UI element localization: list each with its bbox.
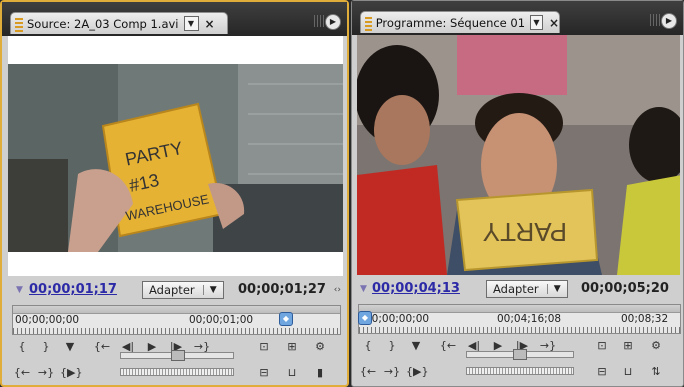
go-to-previous-marker-icon[interactable]: {← xyxy=(12,364,32,382)
grip-icon[interactable] xyxy=(15,15,23,32)
safe-margins-icon[interactable]: ⊞ xyxy=(282,338,302,356)
source-tab-bar: Source: 2A_03 Comp 1.avi ▼ × ▶ xyxy=(2,2,347,36)
program-tab-title: Programme: Séquence 01 xyxy=(375,15,526,30)
source-frame-art: PARTY #13 WAREHOUSE xyxy=(8,64,343,252)
source-ruler-label-mid: 00;00;01;00 xyxy=(189,314,254,326)
extract-icon[interactable]: ⊔ xyxy=(618,363,638,381)
expand-icon[interactable]: ‹› xyxy=(334,285,341,295)
close-icon[interactable]: × xyxy=(549,16,559,30)
source-fit-label: Adapter xyxy=(149,283,195,297)
lift-icon[interactable]: ⊟ xyxy=(592,363,612,381)
panel-menu-icon[interactable]: ▶ xyxy=(661,13,677,29)
set-marker-icon[interactable]: ▼ xyxy=(60,338,80,356)
triangle-down-icon: ▼ xyxy=(360,284,367,294)
panel-menu-icon[interactable]: ▶ xyxy=(325,14,341,30)
program-transport-controls: { } ▼ {← ◀| ▶ |▶ →} ⊡ ⊞ ⚙ {← →} {▶} ⊟ ⊔ … xyxy=(356,337,679,385)
insert-icon[interactable]: ⊡ xyxy=(592,337,612,355)
trim-icon[interactable]: ⇅ xyxy=(646,363,666,381)
source-info-bar: ▼ 00;00;01;17 Adapter ▼ 00;00;01;27 ‹› xyxy=(2,278,347,304)
grip-icon[interactable] xyxy=(365,14,372,31)
program-time-ruler[interactable]: 00;00;00;00 00;04;16;08 00;08;32 ◆ xyxy=(358,304,681,334)
program-ruler-ticks xyxy=(359,327,680,333)
lift-icon[interactable]: ⊔ xyxy=(282,364,302,382)
go-to-in-icon[interactable]: {← xyxy=(92,338,112,356)
grip-icon[interactable] xyxy=(314,15,324,27)
output-icon[interactable]: ⚙ xyxy=(646,337,666,355)
program-current-timecode[interactable]: 00;00;04;13 xyxy=(372,281,460,296)
program-duration-timecode: 00;00;05;20 xyxy=(581,281,669,296)
dropdown-icon: ▼ xyxy=(546,284,567,294)
program-ruler-label-end: 00;08;32 xyxy=(621,313,669,325)
source-frame-image: PARTY #13 WAREHOUSE xyxy=(8,64,343,252)
mark-out-icon[interactable]: } xyxy=(36,338,56,356)
source-duration-timecode: 00;00;01;27 xyxy=(238,282,326,297)
shuttle-slider[interactable] xyxy=(120,350,234,361)
source-current-timecode[interactable]: 00;00;01;17 xyxy=(29,282,117,297)
go-to-next-marker-icon[interactable]: →} xyxy=(36,364,56,382)
output-icon[interactable]: ⚙ xyxy=(310,338,330,356)
source-video-frame: PARTY #13 WAREHOUSE xyxy=(8,36,343,276)
program-ruler-label-mid: 00;04;16;08 xyxy=(497,313,562,325)
source-tab-title: Source: 2A_03 Comp 1.avi xyxy=(27,16,179,31)
program-viewing-area-bar[interactable] xyxy=(359,305,680,313)
program-tab-bar: Programme: Séquence 01 ▼ × ▶ xyxy=(352,1,683,35)
source-ruler-label-start: 00;00;00;00 xyxy=(15,314,80,326)
program-tab[interactable]: Programme: Séquence 01 ▼ × xyxy=(360,11,560,33)
program-video-frame: PARTY xyxy=(357,35,680,275)
go-to-next-marker-icon[interactable]: →} xyxy=(382,363,402,381)
jog-wheel[interactable] xyxy=(466,367,574,375)
go-to-previous-marker-icon[interactable]: {← xyxy=(358,363,378,381)
program-fit-label: Adapter xyxy=(493,282,539,296)
set-marker-icon[interactable]: ▼ xyxy=(406,337,426,355)
shuttle-knob[interactable] xyxy=(171,350,185,361)
go-to-in-icon[interactable]: {← xyxy=(438,337,458,355)
shuttle-knob[interactable] xyxy=(513,349,527,360)
program-fit-select[interactable]: Adapter ▼ xyxy=(486,280,568,298)
play-in-to-out-icon[interactable]: {▶} xyxy=(406,363,428,381)
jog-wheel[interactable] xyxy=(120,368,234,376)
program-info-bar: ▼ 00;00;04;13 Adapter ▼ 00;00;05;20 xyxy=(352,277,683,303)
extract-icon[interactable]: ▮ xyxy=(310,364,330,382)
source-fit-select[interactable]: Adapter ▼ xyxy=(142,281,224,299)
program-monitor-panel: Programme: Séquence 01 ▼ × ▶ PARTY ▼ 00;… xyxy=(351,0,684,387)
overlay-icon[interactable]: ⊟ xyxy=(254,364,274,382)
safe-margins-icon[interactable]: ⊞ xyxy=(618,337,638,355)
close-icon[interactable]: × xyxy=(205,17,215,31)
grip-icon[interactable] xyxy=(650,14,660,26)
insert-icon[interactable]: ⊡ xyxy=(254,338,274,356)
dropdown-icon[interactable]: ▼ xyxy=(183,16,199,31)
mark-in-icon[interactable]: { xyxy=(358,337,378,355)
source-ruler-ticks xyxy=(13,328,340,334)
program-sign-text: PARTY xyxy=(483,217,567,247)
source-time-ruler[interactable]: 00;00;00;00 00;00;01;00 ◆ xyxy=(12,305,341,335)
source-transport-controls: { } ▼ {← ◀| ▶ |▶ →} ⊡ ⊞ ⚙ {← →} {▶} ⊟ ⊔ … xyxy=(10,338,343,386)
play-in-to-out-icon[interactable]: {▶} xyxy=(60,364,82,382)
program-frame-art: PARTY xyxy=(357,35,680,275)
shuttle-slider[interactable] xyxy=(466,349,574,360)
triangle-down-icon: ▼ xyxy=(16,285,23,295)
dropdown-icon: ▼ xyxy=(202,285,223,295)
mark-in-icon[interactable]: { xyxy=(12,338,32,356)
dropdown-icon[interactable]: ▼ xyxy=(530,15,543,30)
source-tab[interactable]: Source: 2A_03 Comp 1.avi ▼ × xyxy=(10,12,228,34)
mark-out-icon[interactable]: } xyxy=(382,337,402,355)
playhead-icon[interactable]: ◆ xyxy=(358,311,372,325)
playhead-icon[interactable]: ◆ xyxy=(279,312,293,326)
source-monitor-panel: Source: 2A_03 Comp 1.avi ▼ × ▶ PARTY #13… xyxy=(0,0,349,387)
program-ruler-label-start: 00;00;00;00 xyxy=(365,313,430,325)
